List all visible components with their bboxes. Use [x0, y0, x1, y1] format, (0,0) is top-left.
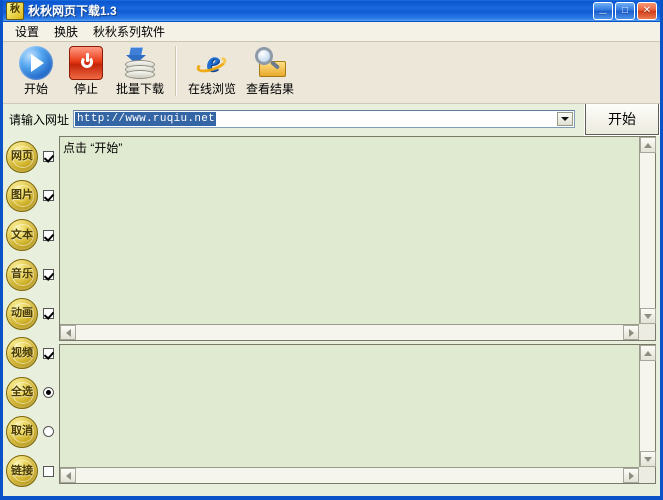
scroll-up-icon[interactable] [640, 345, 656, 361]
sidebar-item-text-label: 文本 [11, 228, 33, 241]
scroll-right-icon[interactable] [623, 468, 639, 483]
maximize-button[interactable]: □ [615, 1, 635, 20]
application-window: 秋秋网页下载1.3 _ □ ✕ 设置 换肤 秋秋系列软件 开始 [0, 0, 663, 500]
scroll-down-icon[interactable] [640, 451, 656, 467]
scroll-right-icon[interactable] [623, 325, 639, 340]
image-coin-icon: 图片 [6, 179, 38, 212]
toolbar-button-stop-label: 停止 [73, 82, 98, 96]
text-coin-icon: 文本 [6, 219, 38, 252]
log-panel-bottom-hscrollbar[interactable] [60, 467, 639, 483]
video-coin-icon: 视频 [6, 337, 38, 370]
webpage-coin-icon: 网页 [6, 140, 38, 173]
window-title: 秋秋网页下载1.3 [28, 4, 117, 18]
window-controls: _ □ ✕ [593, 0, 658, 20]
log-panel-top-vscrollbar[interactable] [639, 137, 656, 324]
log-panel-top-hscrollbar[interactable] [60, 324, 639, 340]
sidebar-item-music[interactable]: 音乐 [3, 255, 58, 294]
toolbar-button-start[interactable]: 开始 [11, 44, 61, 97]
sidebar-item-link[interactable]: 链接 [3, 452, 58, 491]
log-panel-top-text: 点击 “开始” [63, 141, 123, 155]
log-panel-top[interactable]: 点击 “开始” [59, 136, 656, 341]
sidebar-item-image-label: 图片 [11, 189, 33, 202]
sidebar-item-music-label: 音乐 [11, 268, 33, 281]
scroll-corner [639, 467, 655, 483]
toolbar-button-view-results[interactable]: 查看结果 [241, 44, 299, 97]
scroll-down-icon[interactable] [640, 308, 656, 324]
close-icon: ✕ [642, 4, 652, 16]
link-coin-icon: 链接 [6, 455, 38, 488]
sidebar-item-webpage-label: 网页 [11, 150, 33, 163]
scroll-corner [639, 324, 655, 340]
toolbar: 开始 停止 批量下载 e 在线浏览 查看结果 [3, 42, 660, 104]
toolbar-group-secondary: e 在线浏览 查看结果 [183, 44, 299, 97]
checkbox-music[interactable] [43, 269, 54, 281]
music-coin-icon: 音乐 [6, 258, 38, 291]
log-panel-bottom-vscrollbar[interactable] [639, 345, 656, 467]
magnifier-folder-icon [253, 46, 287, 80]
toolbar-button-online-browse-label: 在线浏览 [187, 82, 236, 96]
toolbar-button-online-browse[interactable]: e 在线浏览 [183, 44, 241, 97]
checkbox-link[interactable] [43, 465, 54, 477]
url-label: 请输入网址 [9, 112, 70, 127]
sidebar-item-cancel[interactable]: 取消 [3, 412, 58, 451]
sidebar-item-select-all-label: 全选 [11, 386, 33, 399]
sidebar-item-webpage[interactable]: 网页 [3, 137, 58, 176]
sidebar-item-link-label: 链接 [11, 464, 33, 477]
scroll-left-icon[interactable] [60, 325, 76, 340]
toolbar-button-batch-download-label: 批量下载 [115, 82, 164, 96]
app-icon [6, 1, 24, 20]
radio-cancel[interactable] [43, 426, 54, 438]
sidebar-item-text[interactable]: 文本 [3, 216, 58, 255]
scroll-left-icon[interactable] [60, 468, 76, 483]
scroll-up-icon[interactable] [640, 137, 656, 153]
minimize-icon: _ [599, 0, 607, 15]
sidebar-item-video-label: 视频 [11, 346, 33, 359]
content-area: 点击 “开始” [58, 134, 660, 491]
toolbar-separator [175, 46, 177, 96]
close-button[interactable]: ✕ [637, 1, 657, 20]
menu-item-settings[interactable]: 设置 [9, 21, 45, 42]
checkbox-video[interactable] [43, 347, 54, 359]
toolbar-group-primary: 开始 停止 批量下载 [11, 44, 169, 97]
url-input[interactable]: http://www.ruqiu.net [75, 112, 217, 126]
menu-item-skin[interactable]: 换肤 [48, 21, 84, 42]
start-button[interactable]: 开始 [584, 102, 661, 136]
chevron-down-icon[interactable] [557, 112, 574, 126]
url-row: 请输入网址 http://www.ruqiu.net 开始 [3, 102, 661, 136]
main-body: 网页 图片 文本 音乐 动画 视频 全选 取消 链接 点击 “开始” [3, 134, 660, 491]
minimize-button[interactable]: _ [593, 0, 613, 20]
log-panel-bottom[interactable] [59, 344, 656, 484]
sidebar-item-image[interactable]: 图片 [3, 176, 58, 215]
radio-select-all[interactable] [43, 387, 54, 399]
checkbox-text[interactable] [43, 229, 54, 241]
menu-item-software-series[interactable]: 秋秋系列软件 [87, 21, 171, 42]
cancel-coin-icon: 取消 [6, 415, 38, 448]
checkbox-image[interactable] [43, 190, 54, 202]
title-bar: 秋秋网页下载1.3 _ □ ✕ [3, 0, 660, 22]
animation-coin-icon: 动画 [6, 297, 38, 330]
sidebar-item-select-all[interactable]: 全选 [3, 373, 58, 412]
sidebar-item-animation[interactable]: 动画 [3, 294, 58, 333]
batch-download-icon [123, 46, 157, 80]
stop-icon [69, 46, 103, 80]
play-icon [19, 46, 53, 80]
sidebar-item-animation-label: 动画 [11, 307, 33, 320]
internet-explorer-icon: e [194, 46, 229, 80]
toolbar-button-batch-download[interactable]: 批量下载 [111, 44, 169, 97]
sidebar: 网页 图片 文本 音乐 动画 视频 全选 取消 链接 [3, 134, 58, 491]
checkbox-animation[interactable] [43, 308, 54, 320]
toolbar-button-stop[interactable]: 停止 [61, 44, 111, 97]
toolbar-button-start-label: 开始 [23, 82, 48, 96]
maximize-icon: □ [621, 4, 629, 16]
select-all-coin-icon: 全选 [6, 376, 38, 409]
checkbox-webpage[interactable] [43, 151, 54, 163]
sidebar-item-video[interactable]: 视频 [3, 334, 58, 373]
toolbar-button-view-results-label: 查看结果 [245, 82, 294, 96]
sidebar-item-cancel-label: 取消 [11, 425, 33, 438]
menu-bar: 设置 换肤 秋秋系列软件 [3, 22, 660, 42]
url-combobox[interactable]: http://www.ruqiu.net [73, 110, 576, 128]
